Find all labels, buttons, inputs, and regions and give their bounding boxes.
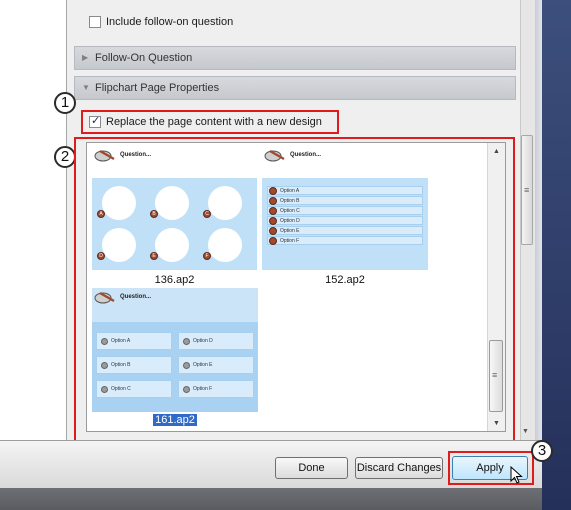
option-cell: Option F [178,380,254,398]
option-badge [269,237,277,245]
background-left [0,0,66,440]
desktop-background [540,0,571,510]
answer-circle [102,186,136,220]
include-follow-on-label: Include follow-on question [106,16,234,28]
option-cell: Option A [96,332,172,350]
option-cell: Option C [96,380,172,398]
option-text: Option B [111,362,131,368]
scroll-down-arrow-icon[interactable]: ▼ [493,420,500,427]
design-thumbnail-152[interactable]: Question... Option A Option B Option C O… [262,146,430,272]
pencil-icon [94,291,115,304]
collapse-arrow-icon: ▼ [82,83,90,92]
option-text: Option C [280,208,300,214]
done-button[interactable]: Done [275,457,348,479]
answer-circle [155,228,189,262]
option-badge [269,207,277,215]
option-badge [101,386,108,393]
option-row: Option E [267,226,423,235]
option-badge: F [203,252,211,260]
option-text: Option E [193,362,213,368]
flipchart-page-properties-section[interactable]: ▼ Flipchart Page Properties [74,76,516,100]
option-badge [269,187,277,195]
include-follow-on-checkbox[interactable] [89,16,101,28]
scroll-up-arrow-icon[interactable]: ▲ [493,148,500,155]
mouse-cursor-icon [510,466,523,484]
option-cell: Option D [178,332,254,350]
option-text: Option D [280,218,300,224]
callout-2: 2 [54,146,76,168]
design-thumbnail-136[interactable]: Question... A B C D E F [92,146,257,272]
option-row: Option A [267,186,423,195]
design-filename-selected: 161.ap2 [92,414,258,426]
option-row: Option C [267,206,423,215]
selected-filename-text: 161.ap2 [153,414,197,426]
design-thumbnail-161[interactable]: Question... Option A Option B Option C O… [92,288,258,412]
question-label: Question... [290,152,322,158]
option-text: Option A [111,338,131,344]
scroll-down-arrow-icon[interactable]: ▼ [522,428,529,435]
question-label: Question... [120,152,152,158]
design-filename: 136.ap2 [154,274,195,286]
thumbnail-preview: Option A Option B Option C Option D Opti… [92,322,258,412]
pencil-icon [264,149,285,162]
question-label: Question... [120,294,152,300]
grip-icon: ≡ [524,185,530,195]
expand-arrow-icon: ▶ [82,53,89,62]
replace-page-checkbox[interactable] [89,114,101,128]
option-text: Option C [111,386,131,392]
option-row: Option F [267,236,423,245]
option-row: Option B [267,196,423,205]
taskbar-strip [0,488,542,510]
option-row: Option D [267,216,423,225]
option-badge: D [97,252,105,260]
answer-circle [208,186,242,220]
answer-circle [102,228,136,262]
option-text: Option D [193,338,213,344]
answer-circle [208,228,242,262]
pencil-icon [94,149,115,162]
follow-on-question-section[interactable]: ▶ Follow-On Question [74,46,516,70]
option-text: Option F [193,386,213,392]
option-badge [183,362,190,369]
option-badge [183,386,190,393]
design-filename: 152.ap2 [325,274,365,286]
option-cell: Option B [96,356,172,374]
discard-changes-button[interactable]: Discard Changes [355,457,443,479]
answer-circle [155,186,189,220]
option-badge: C [203,210,211,218]
option-text: Option E [280,228,300,234]
section-label: Flipchart Page Properties [95,82,220,94]
callout-3: 3 [531,440,553,462]
option-badge [183,338,190,345]
option-cell: Option E [178,356,254,374]
option-text: Option F [280,238,300,244]
option-badge: A [97,210,105,218]
replace-page-label: Replace the page content with a new desi… [106,116,322,128]
callout-1: 1 [54,92,76,114]
option-text: Option B [280,198,300,204]
option-text: Option A [280,188,300,194]
option-badge [101,338,108,345]
option-badge: B [150,210,158,218]
option-badge [269,197,277,205]
thumbnail-preview: Option A Option B Option C Option D Opti… [262,178,428,270]
option-badge: E [150,252,158,260]
option-badge [269,227,277,235]
thumbnail-preview: A B C D E F [92,178,257,270]
grip-icon: ≡ [492,370,498,380]
section-label: Follow-On Question [95,52,193,64]
option-badge [101,362,108,369]
option-badge [269,217,277,225]
